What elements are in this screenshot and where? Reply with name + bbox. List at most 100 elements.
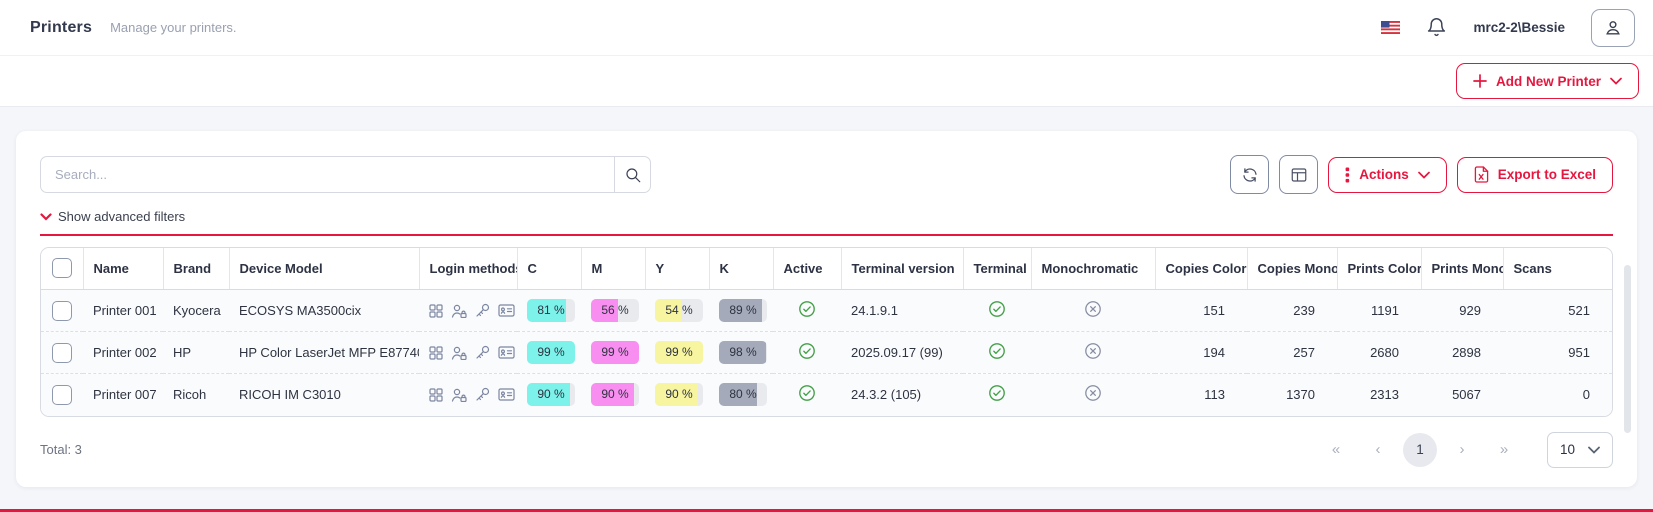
add-new-printer-button[interactable]: Add New Printer — [1456, 63, 1639, 99]
table-footer: Total: 3 « ‹ 1 › » 10 — [40, 432, 1613, 468]
cell-toner-m: 99 % — [581, 332, 645, 374]
cell-brand: Kyocera — [163, 290, 229, 332]
column-header[interactable]: Y — [645, 248, 709, 290]
user-icon — [1603, 18, 1623, 38]
export-to-excel-button[interactable]: Export to Excel — [1457, 157, 1613, 193]
cell-copies-mono: 257 — [1247, 332, 1337, 374]
vertical-scrollbar[interactable] — [1624, 265, 1631, 433]
cell-active — [773, 374, 841, 416]
cell-copies-mono: 239 — [1247, 290, 1337, 332]
user-lock-icon — [451, 346, 467, 360]
action-toolbar: Add New Printer — [0, 56, 1653, 107]
check-circle-icon — [988, 384, 1006, 402]
cell-scans: 0 — [1503, 374, 1612, 416]
cell-monochromatic — [1031, 290, 1155, 332]
cell-prints-mono: 2898 — [1421, 332, 1503, 374]
toner-level-badge: 90 % — [527, 383, 575, 406]
column-header[interactable]: Scans — [1503, 248, 1612, 290]
select-all-checkbox[interactable] — [52, 258, 72, 278]
actions-button[interactable]: Actions — [1328, 157, 1447, 193]
cell-toner-k: 89 % — [709, 290, 773, 332]
toner-level-badge: 90 % — [655, 383, 703, 406]
id-card-icon — [498, 304, 515, 317]
cell-toner-m: 56 % — [581, 290, 645, 332]
column-header[interactable]: Terminal version — [841, 248, 963, 290]
column-header[interactable]: M — [581, 248, 645, 290]
cell-device-model: HP Color LaserJet MFP E87740 — [229, 332, 419, 374]
cell-login-methods — [419, 332, 517, 374]
row-select-cell — [41, 290, 83, 332]
first-page-button[interactable]: « — [1319, 433, 1353, 467]
column-header[interactable]: Copies Color — [1155, 248, 1247, 290]
cell-copies-mono: 1370 — [1247, 374, 1337, 416]
page-size-value: 10 — [1560, 442, 1575, 457]
row-checkbox[interactable] — [52, 343, 72, 363]
accent-divider — [40, 234, 1613, 236]
column-settings-button[interactable] — [1279, 155, 1318, 194]
chevron-down-icon — [40, 213, 52, 221]
column-header[interactable]: K — [709, 248, 773, 290]
search-input[interactable] — [40, 156, 614, 193]
column-header[interactable]: Brand — [163, 248, 229, 290]
page-subtitle: Manage your printers. — [110, 20, 236, 35]
toner-level-badge: 54 % — [655, 299, 703, 322]
row-checkbox[interactable] — [52, 385, 72, 405]
language-flag-icon[interactable] — [1381, 21, 1400, 34]
prev-page-button[interactable]: ‹ — [1361, 433, 1395, 467]
chevron-down-icon — [1588, 446, 1600, 454]
cell-toner-c: 81 % — [517, 290, 581, 332]
column-header[interactable]: Prints Mono — [1421, 248, 1503, 290]
user-menu-button[interactable] — [1591, 9, 1635, 47]
page-size-select[interactable]: 10 — [1547, 432, 1613, 468]
cell-terminal — [963, 332, 1031, 374]
check-circle-icon — [988, 300, 1006, 318]
select-all-header — [41, 248, 83, 290]
notifications-bell-icon[interactable] — [1426, 17, 1447, 38]
qr-code-icon — [429, 346, 443, 360]
printers-table: NameBrandDevice ModelLogin methodsCMYKAc… — [40, 247, 1613, 417]
x-circle-icon — [1084, 384, 1102, 402]
key-icon — [475, 387, 490, 402]
last-page-button[interactable]: » — [1487, 433, 1521, 467]
refresh-button[interactable] — [1230, 155, 1269, 194]
cell-active — [773, 290, 841, 332]
table-row: Printer 007RicohRICOH IM C301090 %90 %90… — [41, 374, 1612, 416]
table-body: Printer 001KyoceraECOSYS MA3500cix81 %56… — [41, 290, 1612, 416]
cell-toner-k: 80 % — [709, 374, 773, 416]
top-header: Printers Manage your printers. mrc2-2\Be… — [0, 0, 1653, 56]
column-header[interactable]: Terminal — [963, 248, 1031, 290]
cell-device-model: RICOH IM C3010 — [229, 374, 419, 416]
columns-layout-icon — [1290, 166, 1308, 184]
qr-code-icon — [429, 388, 443, 402]
cell-scans: 951 — [1503, 332, 1612, 374]
check-circle-icon — [798, 384, 816, 402]
column-header[interactable]: Monochromatic — [1031, 248, 1155, 290]
key-icon — [475, 303, 490, 318]
table-header-row: NameBrandDevice ModelLogin methodsCMYKAc… — [41, 248, 1612, 290]
chevron-down-icon — [1418, 171, 1430, 179]
show-advanced-filters-toggle[interactable]: Show advanced filters — [40, 209, 185, 224]
total-count-label: Total: 3 — [40, 442, 82, 457]
column-header[interactable]: Copies Mono — [1247, 248, 1337, 290]
next-page-button[interactable]: › — [1445, 433, 1479, 467]
id-card-icon — [498, 388, 515, 401]
cell-toner-m: 90 % — [581, 374, 645, 416]
cell-toner-y: 99 % — [645, 332, 709, 374]
row-checkbox[interactable] — [52, 301, 72, 321]
cell-scans: 521 — [1503, 290, 1612, 332]
cell-active — [773, 332, 841, 374]
column-header[interactable]: Device Model — [229, 248, 419, 290]
column-header[interactable]: Name — [83, 248, 163, 290]
column-header[interactable]: Login methods — [419, 248, 517, 290]
advanced-filters-label: Show advanced filters — [58, 209, 185, 224]
x-circle-icon — [1084, 300, 1102, 318]
current-page-button[interactable]: 1 — [1403, 433, 1437, 467]
column-header[interactable]: C — [517, 248, 581, 290]
cell-copies-color: 113 — [1155, 374, 1247, 416]
excel-file-icon — [1474, 166, 1489, 183]
column-header[interactable]: Active — [773, 248, 841, 290]
add-new-printer-label: Add New Printer — [1496, 74, 1601, 89]
column-header[interactable]: Prints Color — [1337, 248, 1421, 290]
search-button[interactable] — [614, 156, 651, 193]
table-row: Printer 002HPHP Color LaserJet MFP E8774… — [41, 332, 1612, 374]
